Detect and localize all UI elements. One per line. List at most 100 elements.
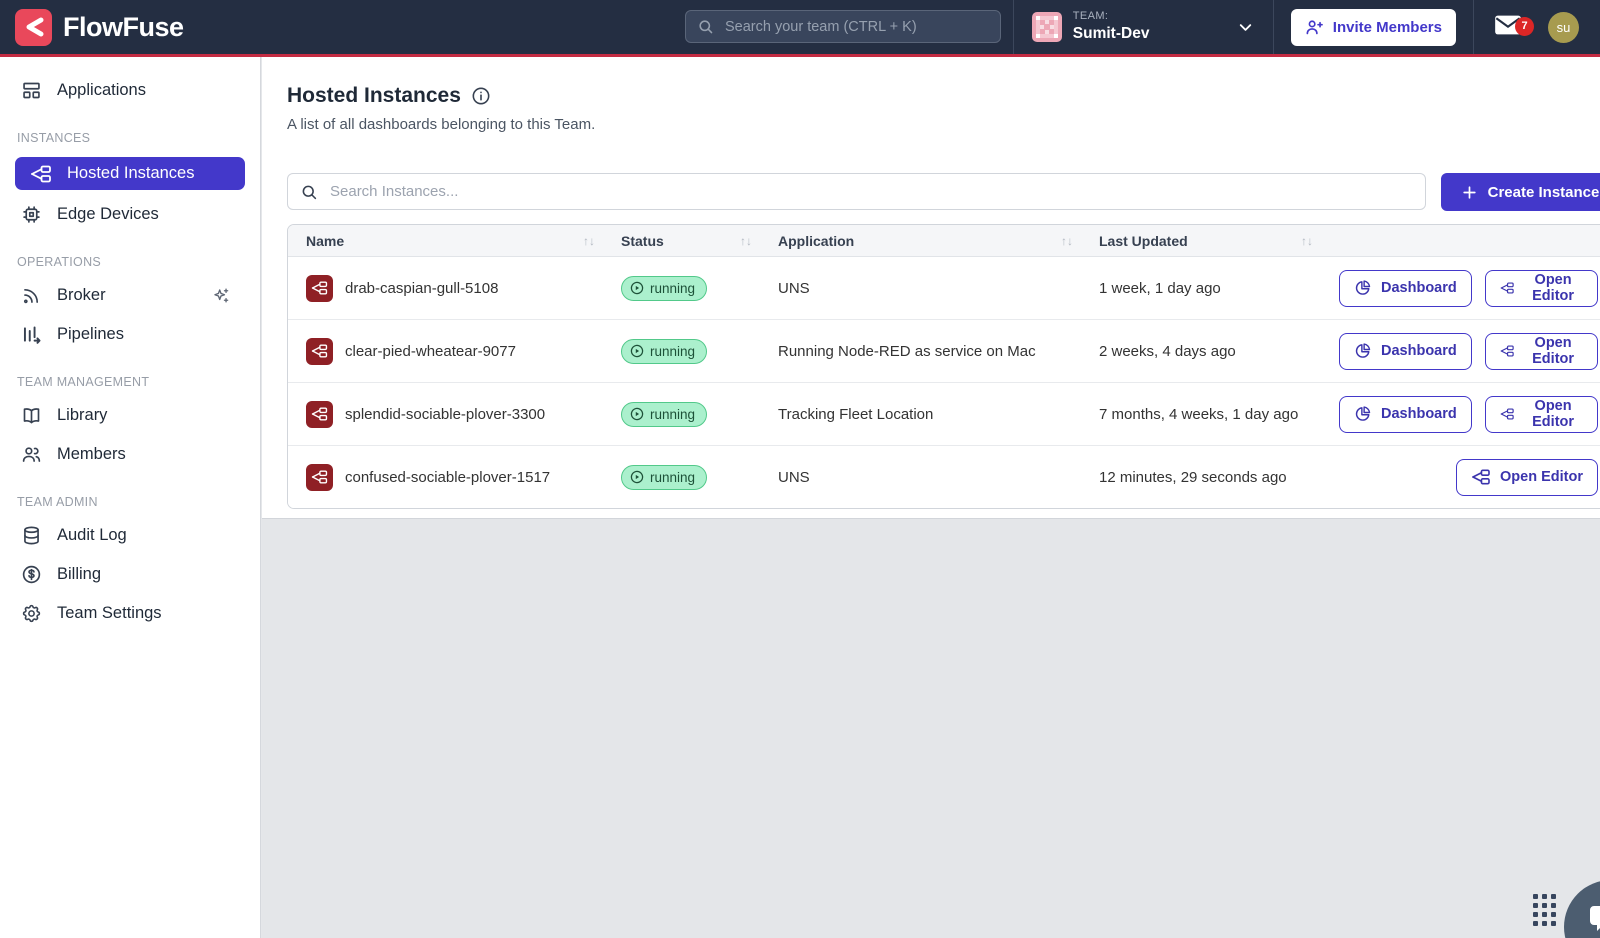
sidebar-item-billing[interactable]: Billing (0, 555, 260, 594)
instances-search-input[interactable] (328, 182, 1413, 201)
invite-members-button[interactable]: Invite Members (1291, 9, 1456, 46)
open-editor-label: Open Editor (1523, 398, 1583, 430)
sidebar-item-audit-log[interactable]: Audit Log (0, 516, 260, 555)
dashboard-label: Dashboard (1381, 406, 1457, 422)
sort-icon[interactable]: ↑↓ (583, 234, 595, 248)
brand-name: FlowFuse (63, 12, 184, 43)
sidebar-item-library[interactable]: Library (0, 396, 260, 435)
open-editor-button[interactable]: Open Editor (1485, 270, 1598, 307)
open-editor-label: Open Editor (1523, 335, 1583, 367)
sidebar-section-instances: INSTANCES (0, 110, 260, 152)
play-circle-icon (630, 470, 644, 484)
sidebar-section-team-admin: TEAM ADMIN (0, 474, 260, 516)
chart-pie-icon (1354, 279, 1372, 297)
instances-search-box[interactable] (287, 173, 1426, 210)
instance-name: clear-pied-wheatear-9077 (345, 343, 516, 360)
dashboard-button[interactable]: Dashboard (1339, 396, 1472, 433)
chart-pie-icon (1354, 342, 1372, 360)
sidebar: Applications INSTANCES Hosted Instances … (0, 57, 261, 938)
sidebar-item-label: Billing (57, 565, 101, 584)
search-icon (697, 18, 714, 35)
user-avatar-initials: su (1557, 20, 1571, 35)
status-text: running (650, 407, 695, 422)
gear-icon (21, 603, 42, 624)
page-title: Hosted Instances (287, 84, 461, 108)
status-badge: running (621, 402, 707, 427)
team-texts: TEAM: Sumit-Dev (1073, 10, 1150, 43)
database-icon (21, 525, 42, 546)
page-panel: Hosted Instances A list of all dashboard… (262, 57, 1600, 519)
status-badge: running (621, 465, 707, 490)
table-row[interactable]: drab-caspian-gull-5108 running UNS 1 wee… (288, 257, 1600, 320)
column-header-last-updated: Last Updated (1099, 233, 1188, 249)
flowfuse-logo-icon (15, 9, 52, 46)
application-name: UNS (778, 280, 810, 297)
sparkles-icon (211, 286, 230, 305)
team-selector[interactable]: TEAM: Sumit-Dev (1014, 10, 1273, 43)
invite-members-label: Invite Members (1333, 19, 1442, 36)
notifications-button[interactable]: 7 (1474, 13, 1546, 42)
team-search-box[interactable] (685, 10, 1001, 43)
open-editor-button[interactable]: Open Editor (1456, 459, 1598, 496)
plus-icon (1461, 184, 1478, 201)
book-icon (21, 405, 42, 426)
search-icon (300, 183, 318, 201)
table-header-row: Name ↑↓ Status ↑↓ Application ↑↓ Last Up… (288, 225, 1600, 257)
navbar-right-cluster: TEAM: Sumit-Dev Invite Members 7 su (1013, 0, 1600, 54)
application-name: Tracking Fleet Location (778, 406, 933, 423)
play-circle-icon (630, 407, 644, 421)
currency-dollar-icon (21, 564, 42, 585)
last-updated: 12 minutes, 29 seconds ago (1099, 469, 1287, 486)
top-navbar: FlowFuse TEAM: Sumit-Dev Invite Members (0, 0, 1600, 57)
sort-icon[interactable]: ↑↓ (1301, 234, 1313, 248)
broker-icon (21, 285, 42, 306)
sidebar-item-broker[interactable]: Broker (0, 276, 260, 315)
create-instance-button[interactable]: Create Instance (1441, 173, 1600, 211)
instances-table: Name ↑↓ Status ↑↓ Application ↑↓ Last Up… (287, 224, 1600, 509)
last-updated: 2 weeks, 4 days ago (1099, 343, 1236, 360)
info-icon[interactable] (471, 86, 491, 106)
sidebar-section-operations: OPERATIONS (0, 234, 260, 276)
sidebar-item-label: Library (57, 406, 107, 425)
sidebar-item-members[interactable]: Members (0, 435, 260, 474)
page-subtitle: A list of all dashboards belonging to th… (287, 116, 1600, 133)
sidebar-item-label: Members (57, 445, 126, 464)
open-editor-button[interactable]: Open Editor (1485, 396, 1598, 433)
sidebar-item-hosted-instances[interactable]: Hosted Instances (15, 157, 245, 190)
node-red-instance-icon (306, 275, 333, 302)
team-search-input[interactable] (723, 18, 989, 36)
sidebar-item-label: Edge Devices (57, 205, 159, 224)
sidebar-item-label: Team Settings (57, 604, 162, 623)
sidebar-item-applications[interactable]: Applications (0, 71, 260, 110)
sidebar-item-label: Pipelines (57, 325, 124, 344)
play-circle-icon (630, 344, 644, 358)
chevron-down-icon (1236, 18, 1255, 37)
dashboard-button[interactable]: Dashboard (1339, 270, 1472, 307)
chart-pie-icon (1354, 405, 1372, 423)
dashboard-button[interactable]: Dashboard (1339, 333, 1472, 370)
table-row[interactable]: confused-sociable-plover-1517 running UN… (288, 446, 1600, 508)
sidebar-item-label: Broker (57, 286, 106, 305)
status-text: running (650, 470, 695, 485)
team-label: TEAM: (1073, 10, 1150, 24)
table-row[interactable]: clear-pied-wheatear-9077 running Running… (288, 320, 1600, 383)
widget-drag-handle[interactable] (1533, 894, 1556, 926)
main-content: Hosted Instances A list of all dashboard… (262, 57, 1600, 938)
status-text: running (650, 344, 695, 359)
sort-icon[interactable]: ↑↓ (740, 234, 752, 248)
status-text: running (650, 281, 695, 296)
sidebar-item-edge-devices[interactable]: Edge Devices (0, 195, 260, 234)
sidebar-item-pipelines[interactable]: Pipelines (0, 315, 260, 354)
sort-icon[interactable]: ↑↓ (1061, 234, 1073, 248)
table-row[interactable]: splendid-sociable-plover-3300 running Tr… (288, 383, 1600, 446)
flowfuse-logo[interactable]: FlowFuse (0, 9, 184, 46)
user-avatar[interactable]: su (1548, 12, 1579, 43)
sidebar-section-team-management: TEAM MANAGEMENT (0, 354, 260, 396)
chip-icon (21, 204, 42, 225)
open-editor-button[interactable]: Open Editor (1485, 333, 1598, 370)
open-editor-icon (1471, 469, 1491, 485)
sidebar-item-label: Hosted Instances (67, 164, 195, 183)
sidebar-item-team-settings[interactable]: Team Settings (0, 594, 260, 633)
instance-name: confused-sociable-plover-1517 (345, 469, 550, 486)
pipelines-icon (21, 324, 42, 345)
